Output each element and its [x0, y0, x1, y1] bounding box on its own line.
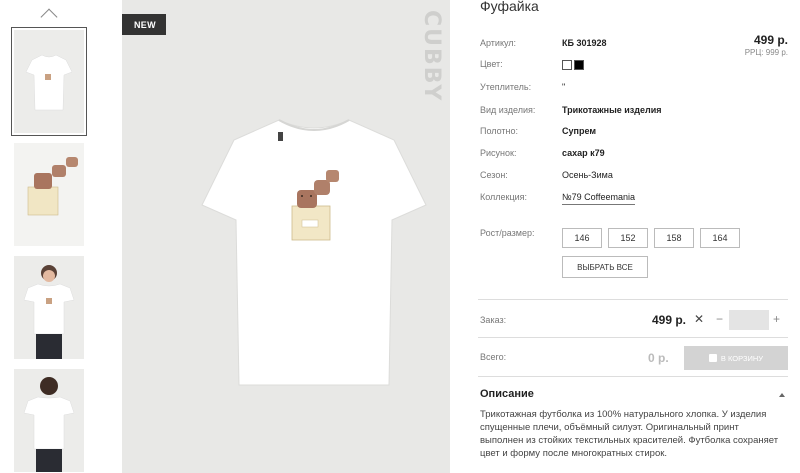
remove-icon[interactable]: ✕: [694, 312, 704, 326]
quantity-plus-button[interactable]: +: [773, 312, 780, 326]
divider: [478, 299, 788, 300]
attr-value: Супрем: [562, 126, 596, 136]
model-back-image: [14, 369, 84, 472]
chevron-up-icon[interactable]: [38, 4, 60, 20]
thumbnail-strip: [0, 0, 122, 473]
size-label: Рост/размер:: [480, 228, 535, 238]
thumbnail-1[interactable]: [11, 27, 87, 136]
description-title: Описание: [480, 388, 534, 400]
size-option-152[interactable]: 152: [608, 228, 648, 248]
color-swatch-white[interactable]: [562, 59, 572, 70]
add-to-cart-button[interactable]: В КОРЗИНУ: [684, 346, 788, 370]
quantity-minus-button[interactable]: −: [716, 312, 723, 326]
color-swatch-black[interactable]: [574, 59, 584, 70]
add-to-cart-label: В КОРЗИНУ: [720, 353, 764, 363]
cart-icon: [708, 354, 717, 362]
thumbnail-3[interactable]: [14, 256, 84, 359]
order-label: Заказ:: [480, 315, 507, 325]
attr-label: Цвет:: [480, 59, 503, 69]
new-badge: NEW: [122, 14, 166, 35]
divider: [478, 376, 788, 377]
attr-label: Полотно:: [480, 126, 519, 136]
print-closeup-image: [14, 143, 84, 246]
quantity-input[interactable]: [729, 310, 769, 330]
size-option-164[interactable]: 164: [700, 228, 740, 248]
attr-value: Трикотажные изделия: [562, 105, 662, 115]
product-title: Фуфайка: [480, 0, 539, 14]
attr-label: Рисунок:: [480, 148, 517, 158]
attr-value: КБ 301928: [562, 38, 607, 48]
description-text: Трикотажная футболка из 100% натуральног…: [480, 409, 779, 459]
model-front-image: [14, 256, 84, 359]
size-option-146[interactable]: 146: [562, 228, 602, 248]
select-all-sizes-button[interactable]: ВЫБРАТЬ ВСЕ: [562, 256, 648, 278]
attr-label: Коллекция:: [480, 192, 528, 202]
size-option-158[interactable]: 158: [654, 228, 694, 248]
divider: [478, 337, 788, 338]
color-swatches: [562, 59, 586, 70]
tshirt-image: [201, 119, 427, 386]
product-price: 499 р.: [753, 33, 788, 47]
attr-label: Артикул:: [480, 38, 517, 48]
tshirt-thumb-image: [14, 30, 84, 133]
product-details: Фуфайка 499 р. РРЦ: 999 р. Артикул: КБ 3…: [478, 0, 788, 473]
total-value: 0 р.: [648, 351, 669, 365]
attr-label: Утеплитель:: [480, 82, 532, 92]
order-price: 499 р.: [652, 313, 687, 327]
attr-value: сахар к79: [562, 148, 605, 158]
attr-value: Осень-Зима: [562, 170, 613, 180]
total-label: Всего:: [480, 352, 507, 362]
thumbnail-4[interactable]: [14, 369, 84, 472]
attr-value: ": [562, 82, 566, 92]
product-rrp: РРЦ: 999 р.: [744, 48, 788, 57]
attr-label: Вид изделия:: [480, 105, 536, 115]
collection-link[interactable]: №79 Coffeemania: [562, 192, 636, 205]
brand-watermark: CUBBY: [419, 10, 444, 103]
thumbnail-2[interactable]: [14, 143, 84, 246]
attr-label: Сезон:: [480, 170, 508, 180]
chevron-up-icon[interactable]: [778, 390, 786, 398]
main-product-image[interactable]: NEW CUBBY: [122, 0, 450, 473]
